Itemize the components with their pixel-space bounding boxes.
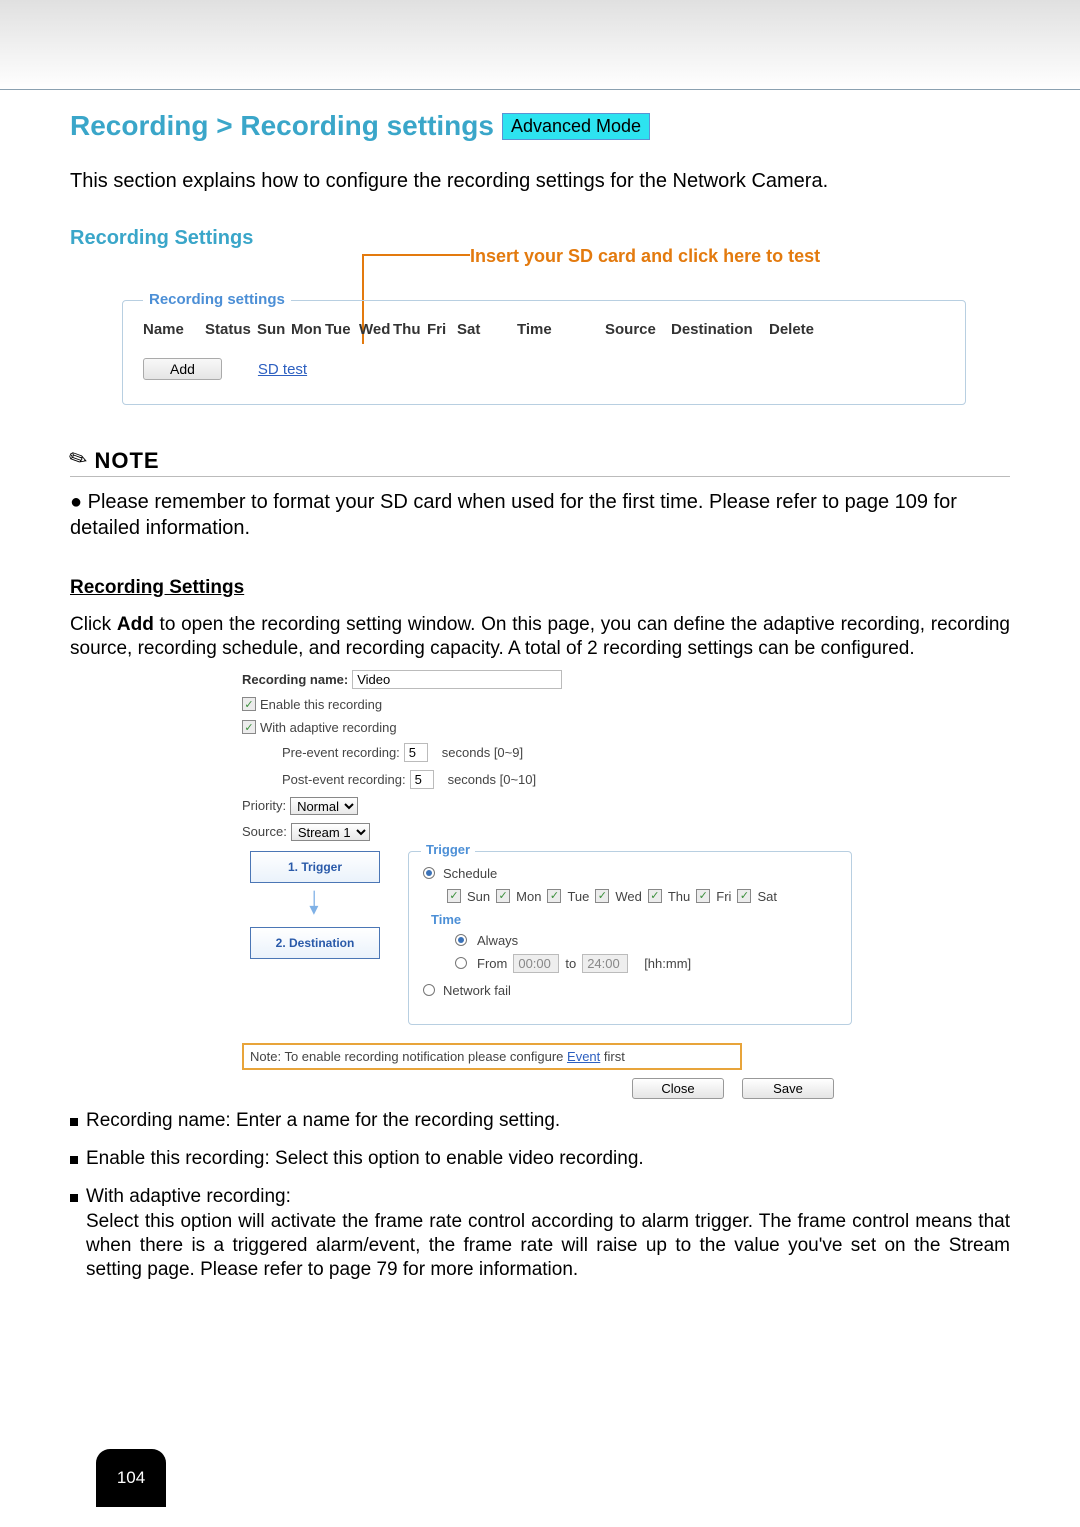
pre-event-input[interactable]	[404, 743, 428, 762]
recording-settings-fieldset: Recording settings Name Status Sun Mon T…	[122, 300, 966, 405]
time-label: Time	[431, 912, 837, 927]
source-select[interactable]: Stream 1	[291, 823, 370, 841]
event-note-prefix: Note: To enable recording notification p…	[250, 1049, 567, 1064]
post-event-hint: seconds [0~10]	[448, 772, 537, 787]
note-body: ● Please remember to format your SD card…	[70, 489, 1010, 541]
hhmm-hint: [hh:mm]	[644, 956, 691, 971]
sd-test-link[interactable]: SD test	[258, 361, 307, 378]
page-number: 104	[96, 1449, 166, 1507]
para-rest: to open the recording setting window. On…	[70, 614, 1010, 659]
event-note-suffix: first	[600, 1049, 625, 1064]
bullet-adaptive: With adaptive recording: Select this opt…	[86, 1185, 1010, 1282]
priority-select[interactable]: Normal	[290, 797, 358, 815]
to-label: to	[565, 956, 576, 971]
recording-name-input[interactable]	[352, 670, 562, 689]
adaptive-recording-label: With adaptive recording	[260, 720, 397, 735]
col-mon: Mon	[291, 321, 325, 338]
day-mon-checkbox[interactable]: ✓	[496, 889, 510, 903]
col-fri: Fri	[427, 321, 457, 338]
recording-name-label: Recording name:	[242, 672, 348, 687]
day-mon-label: Mon	[516, 889, 541, 904]
source-label: Source:	[242, 824, 287, 839]
bullet-enable: Enable this recording: Select this optio…	[86, 1147, 1010, 1171]
col-sat: Sat	[457, 321, 517, 338]
always-label: Always	[477, 933, 518, 948]
col-sun: Sun	[257, 321, 291, 338]
post-event-label: Post-event recording:	[282, 772, 406, 787]
trigger-fieldset: Trigger Schedule ✓Sun ✓Mon ✓Tue ✓Wed ✓Th…	[408, 851, 852, 1025]
network-fail-radio[interactable]	[423, 984, 435, 996]
sd-callout-text: Insert your SD card and click here to te…	[470, 246, 820, 267]
pre-event-label: Pre-event recording:	[282, 745, 400, 760]
col-thu: Thu	[393, 321, 427, 338]
day-tue-checkbox[interactable]: ✓	[547, 889, 561, 903]
step-trigger[interactable]: 1. Trigger	[250, 851, 380, 883]
day-fri-label: Fri	[716, 889, 731, 904]
bullet-adaptive-body: Select this option will activate the fra…	[86, 1211, 1010, 1281]
priority-label: Priority:	[242, 798, 286, 813]
bullet-icon	[70, 1118, 78, 1126]
from-radio[interactable]	[455, 957, 467, 969]
col-time: Time	[517, 321, 605, 338]
day-wed-label: Wed	[615, 889, 642, 904]
trigger-legend: Trigger	[421, 842, 475, 857]
add-description: Click Add to open the recording setting …	[70, 613, 1010, 662]
to-time-input[interactable]	[582, 954, 628, 973]
close-button[interactable]: Close	[632, 1078, 724, 1099]
fieldset-legend: Recording settings	[143, 291, 291, 308]
day-thu-checkbox[interactable]: ✓	[648, 889, 662, 903]
intro-text: This section explains how to configure t…	[70, 170, 1010, 193]
always-radio[interactable]	[455, 934, 467, 946]
bullet-recording-name: Recording name: Enter a name for the rec…	[86, 1109, 1010, 1133]
bullet-icon	[70, 1194, 78, 1202]
day-fri-checkbox[interactable]: ✓	[696, 889, 710, 903]
pre-event-hint: seconds [0~9]	[442, 745, 523, 760]
day-thu-label: Thu	[668, 889, 690, 904]
col-wed: Wed	[359, 321, 393, 338]
mode-badge: Advanced Mode	[502, 113, 650, 140]
para-bold-add: Add	[117, 614, 154, 635]
add-button[interactable]: Add	[143, 358, 222, 380]
schedule-radio[interactable]	[423, 867, 435, 879]
bullet-dot: ●	[70, 491, 88, 513]
schedule-label: Schedule	[443, 866, 497, 881]
note-text: Please remember to format your SD card w…	[70, 491, 957, 539]
para-prefix: Click	[70, 614, 117, 635]
day-sun-label: Sun	[467, 889, 490, 904]
col-delete: Delete	[769, 321, 829, 338]
day-wed-checkbox[interactable]: ✓	[595, 889, 609, 903]
adaptive-recording-checkbox[interactable]: ✓	[242, 720, 256, 734]
from-time-input[interactable]	[513, 954, 559, 973]
day-tue-label: Tue	[567, 889, 589, 904]
pencil-icon: ✎	[65, 443, 93, 474]
breadcrumb: Recording > Recording settings	[70, 110, 494, 142]
enable-recording-label: Enable this recording	[260, 697, 382, 712]
col-source: Source	[605, 321, 671, 338]
save-button[interactable]: Save	[742, 1078, 834, 1099]
day-sat-label: Sat	[757, 889, 777, 904]
bullet-adaptive-head: With adaptive recording:	[86, 1186, 291, 1207]
col-status: Status	[205, 321, 257, 338]
from-label: From	[477, 956, 507, 971]
event-note-box: Note: To enable recording notification p…	[242, 1043, 742, 1070]
recording-form-screenshot: Recording name: ✓ Enable this recording …	[242, 670, 852, 1099]
note-heading: NOTE	[94, 448, 159, 474]
col-tue: Tue	[325, 321, 359, 338]
enable-recording-checkbox[interactable]: ✓	[242, 697, 256, 711]
recording-table-header: Name Status Sun Mon Tue Wed Thu Fri Sat …	[143, 321, 945, 338]
post-event-input[interactable]	[410, 770, 434, 789]
day-sun-checkbox[interactable]: ✓	[447, 889, 461, 903]
network-fail-label: Network fail	[443, 983, 511, 998]
bullet-icon	[70, 1156, 78, 1164]
step-destination[interactable]: 2. Destination	[250, 927, 380, 959]
arrow-down-icon: │▾	[309, 897, 320, 913]
recording-settings-heading: Recording Settings	[70, 577, 1010, 599]
day-sat-checkbox[interactable]: ✓	[737, 889, 751, 903]
col-name: Name	[143, 321, 205, 338]
event-link[interactable]: Event	[567, 1049, 600, 1064]
col-destination: Destination	[671, 321, 769, 338]
